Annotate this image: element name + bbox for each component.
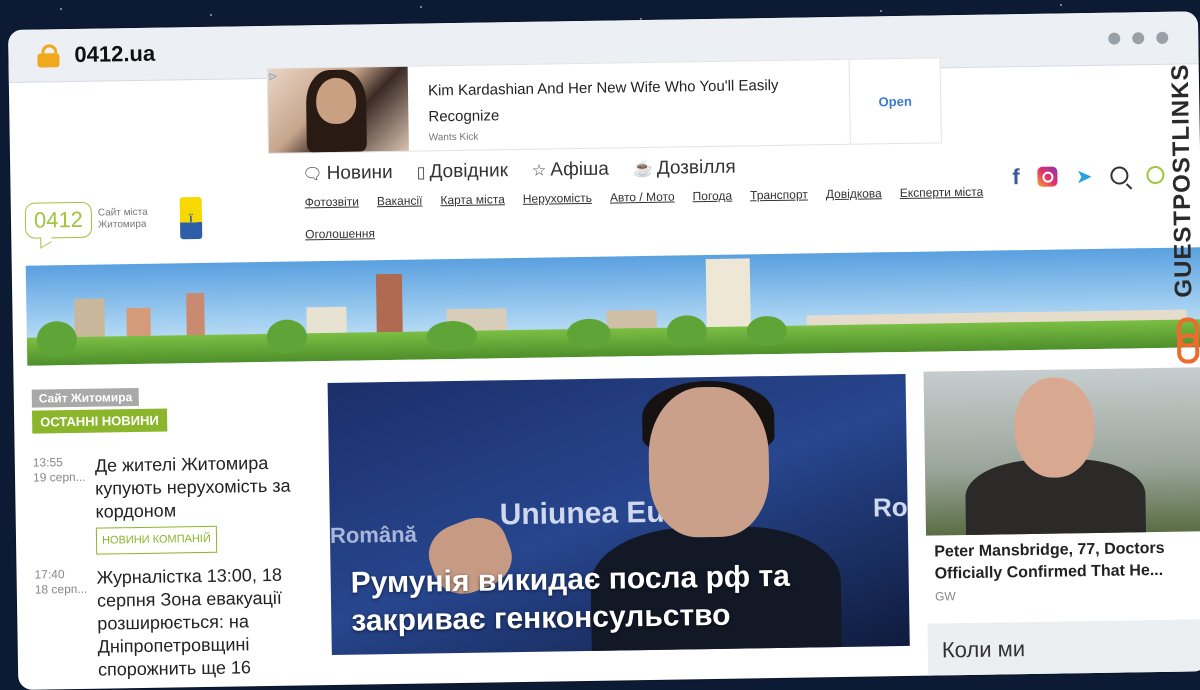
top-ad[interactable]: ▷ Kim Kardashian And Her New Wife Who Yo… bbox=[266, 57, 942, 154]
logo-mark[interactable]: 0412 bbox=[24, 201, 93, 239]
sub-nav: Фотозвіти Вакансії Карта міста Нерухоміс… bbox=[305, 185, 996, 242]
telegram-icon[interactable]: ➤ bbox=[1076, 163, 1093, 188]
news-time: 13:55 19 серп... bbox=[33, 455, 97, 556]
subnav-classifieds[interactable]: Оголошення bbox=[305, 226, 375, 241]
window-dot[interactable] bbox=[1132, 32, 1145, 45]
instagram-icon[interactable] bbox=[1037, 166, 1058, 187]
site-logo[interactable]: 0412 Сайт міста Житомира ї bbox=[24, 196, 203, 242]
window-dot[interactable] bbox=[1156, 31, 1169, 44]
lock-icon bbox=[36, 44, 60, 68]
sponsored-image[interactable] bbox=[923, 367, 1200, 536]
hero-caption[interactable]: Румунія викидає посла рф та закриває ген… bbox=[350, 556, 889, 640]
subnav-real-estate[interactable]: Нерухомість bbox=[523, 191, 592, 206]
hero-figure bbox=[647, 386, 771, 538]
cup-icon: ☕ bbox=[632, 160, 653, 179]
news-title-wrap[interactable]: Журналістка 13:00, 18 серпня Зона евакуа… bbox=[96, 563, 306, 681]
sponsored-title[interactable]: Peter Mansbridge, 77, Doctors Officially… bbox=[934, 537, 1197, 585]
sidebar-box-title: Коли ми bbox=[941, 636, 1026, 663]
subnav-photo-reports[interactable]: Фотозвіти bbox=[305, 195, 359, 210]
news-clock: 13:55 bbox=[32, 455, 63, 470]
facebook-icon[interactable]: f bbox=[1012, 164, 1020, 190]
address-bar[interactable]: 0412.ua bbox=[74, 41, 155, 68]
nav-label: Афіша bbox=[550, 158, 610, 181]
watermark: GUESTPOSTLINKS bbox=[1159, 63, 1200, 368]
news-tag[interactable]: НОВИНИ КОМПАНІЙ bbox=[95, 525, 218, 555]
subnav-transport[interactable]: Транспорт bbox=[750, 187, 808, 202]
subnav-city-experts[interactable]: Експерти міста bbox=[900, 185, 984, 200]
star bbox=[1060, 4, 1062, 6]
subnav-auto-moto[interactable]: Авто / Мото bbox=[610, 190, 675, 205]
ad-image[interactable]: ▷ bbox=[267, 66, 409, 153]
speech-bubble-icon: 🗨 bbox=[302, 166, 323, 184]
social-links: f ➤ bbox=[1012, 162, 1165, 190]
news-time: 17:40 18 серп... bbox=[34, 567, 98, 683]
star bbox=[420, 6, 422, 8]
logo-subtitle: Сайт міста Житомира bbox=[97, 206, 148, 231]
hero-bg-text: Ro bbox=[872, 491, 908, 523]
nav-leisure[interactable]: ☕ Дозвілля bbox=[633, 157, 736, 181]
section-site-label[interactable]: Сайт Житомира bbox=[31, 387, 140, 408]
search-icon[interactable] bbox=[1110, 166, 1129, 185]
news-date: 19 серп... bbox=[32, 469, 86, 485]
city-banner bbox=[25, 247, 1200, 366]
nav-label: Новини bbox=[326, 161, 393, 185]
ad-open-button[interactable]: Open bbox=[848, 58, 941, 144]
star bbox=[60, 8, 62, 10]
church bbox=[705, 258, 751, 336]
section-latest-news[interactable]: ОСТАННІ НОВИНИ bbox=[31, 408, 167, 434]
sidebar-box: Коли ми bbox=[927, 619, 1200, 684]
subnav-weather[interactable]: Погода bbox=[693, 189, 733, 204]
watermark-text: GUESTPOSTLINKS bbox=[1166, 63, 1198, 298]
book-icon: ▯ bbox=[416, 164, 426, 182]
nav-news[interactable]: 🗨 Новини bbox=[302, 162, 393, 185]
nav-label: Дозвілля bbox=[656, 156, 736, 179]
hero-article[interactable]: Română Uniunea Eu Ro Румунія викидає пос… bbox=[327, 373, 910, 655]
flag-letter: ї bbox=[189, 211, 193, 226]
star bbox=[880, 10, 882, 12]
star-icon: ☆ bbox=[531, 162, 547, 180]
nav-directory[interactable]: ▯ Довідник bbox=[417, 160, 509, 183]
news-item[interactable]: 17:40 18 серп... Журналістка 13:00, 18 с… bbox=[34, 563, 306, 682]
window-dot[interactable] bbox=[1108, 32, 1121, 45]
chain-link-icon bbox=[1176, 333, 1200, 364]
star bbox=[210, 14, 212, 16]
ad-title[interactable]: Kim Kardashian And Her New Wife Who You'… bbox=[428, 72, 830, 130]
tower bbox=[375, 273, 403, 341]
main-nav: 🗨 Новини ▯ Довідник ☆ Афіша ☕ Дозвілля bbox=[302, 157, 736, 186]
ad-text[interactable]: Kim Kardashian And Her New Wife Who You'… bbox=[408, 60, 850, 151]
subnav-reference[interactable]: Довідкова bbox=[826, 186, 882, 201]
news-clock: 17:40 bbox=[34, 567, 65, 582]
flag-icon: ї bbox=[179, 196, 203, 240]
subnav-city-map[interactable]: Карта міста bbox=[440, 192, 505, 207]
subnav-vacancies[interactable]: Вакансії bbox=[377, 194, 423, 209]
browser-window: 0412.ua ▷ Kim Kardashian And Her New Wif… bbox=[8, 11, 1200, 690]
adchoices-icon[interactable]: ▷ bbox=[270, 71, 277, 82]
window-controls bbox=[1108, 31, 1169, 45]
hero-bg-text: Română bbox=[329, 521, 417, 549]
news-item[interactable]: 13:55 19 серп... Де жителі Житомира купу… bbox=[33, 451, 305, 555]
news-title[interactable]: Журналістка 13:00, 18 серпня Зона евакуа… bbox=[96, 563, 306, 681]
sponsored-source: GW bbox=[934, 589, 956, 604]
news-title[interactable]: Де жителі Житомира купують нерухомість з… bbox=[95, 451, 304, 523]
news-date: 18 серп... bbox=[34, 581, 88, 597]
nav-afisha[interactable]: ☆ Афіша bbox=[532, 159, 609, 182]
news-title-wrap[interactable]: Де жителі Житомира купують нерухомість з… bbox=[95, 451, 305, 555]
nav-label: Довідник bbox=[429, 160, 509, 183]
hero-bg-text: Uniunea Eu bbox=[499, 495, 665, 532]
